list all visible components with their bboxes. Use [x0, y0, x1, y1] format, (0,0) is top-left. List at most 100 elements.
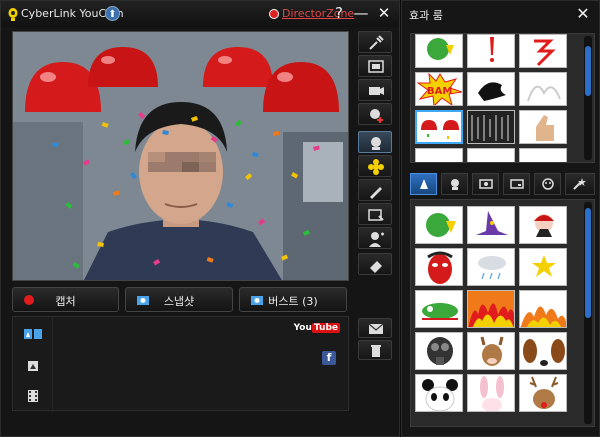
effects-room-button[interactable] [358, 131, 392, 153]
webcam-settings-icon [369, 87, 384, 95]
effect-girl-character[interactable] [519, 206, 567, 244]
tab-face[interactable] [534, 173, 561, 195]
stars-icon [532, 255, 556, 277]
effect-globe-arrow[interactable] [415, 206, 463, 244]
green-creature-icon [422, 303, 458, 320]
effect-witch-hat[interactable] [467, 206, 515, 244]
effect-partial-2[interactable] [467, 148, 515, 162]
tab-sparkle[interactable] [565, 173, 595, 195]
email-icon [368, 323, 384, 334]
close-button[interactable]: ✕ [375, 4, 393, 22]
scene-icon [368, 209, 384, 221]
youtube-tube: Tube [311, 323, 340, 333]
effect-lightning[interactable] [519, 34, 567, 68]
dog-ears-icon [523, 339, 565, 366]
snapshot-button[interactable]: 스냅샷 [125, 287, 233, 312]
tools-icon [369, 35, 384, 50]
effect-partial-1[interactable] [415, 148, 463, 162]
pen-button[interactable] [358, 179, 392, 201]
effect-deer[interactable] [467, 332, 515, 370]
director-zone-icon [269, 9, 279, 19]
facebook-button[interactable]: f [322, 351, 336, 365]
tools-button[interactable] [358, 31, 392, 53]
face-tab-icon [542, 178, 554, 190]
red-domes-icon [421, 120, 459, 139]
rain-lines-icon [468, 111, 514, 143]
gallery-filter [13, 317, 53, 412]
delete-button[interactable] [358, 340, 392, 360]
effect-reindeer[interactable] [519, 374, 567, 412]
effects-close-button[interactable]: ✕ [574, 4, 592, 23]
capture-button[interactable]: 캡처 [12, 287, 119, 312]
titlebar[interactable]: CyberLink YouCam ⬆ DirectorZone ? — ✕ [1, 1, 399, 27]
trash-icon [371, 345, 381, 357]
effect-bird[interactable] [467, 72, 515, 106]
top-panel-scroll-thumb[interactable] [585, 46, 591, 96]
fullscreen-icon [368, 60, 384, 73]
effect-red-mask[interactable] [415, 248, 463, 286]
effect-thumbs-up[interactable] [519, 110, 567, 144]
effect-stars[interactable] [519, 248, 567, 286]
effect-fire[interactable] [467, 290, 515, 328]
frame-tab-icon [479, 179, 493, 189]
effect-partial-3[interactable] [519, 148, 567, 162]
fire-icon [468, 291, 514, 327]
top-panel-scrollbar[interactable] [584, 36, 592, 160]
webcam-preview[interactable] [12, 31, 349, 281]
panda-icon [422, 379, 458, 411]
red-mask-icon [427, 251, 453, 284]
effect-exclaim[interactable] [467, 34, 515, 68]
effects-room-window: 효과 룸 ✕ BAM [401, 0, 600, 437]
photo-filter-icon[interactable] [23, 359, 43, 373]
webcam-settings-button[interactable] [358, 79, 392, 101]
frame-button[interactable] [358, 155, 392, 177]
gas-mask-icon [427, 337, 453, 365]
tab-magic-hat[interactable] [410, 173, 437, 195]
eraser-button[interactable] [358, 253, 392, 275]
avatar-button[interactable] [358, 227, 392, 249]
effect-dog-ears[interactable] [519, 332, 567, 370]
video-filter-icon[interactable] [23, 389, 43, 403]
effect-red-domes[interactable] [415, 110, 463, 144]
bunny-icon [480, 376, 504, 411]
effect-bam[interactable]: BAM [415, 72, 463, 106]
tab-scene[interactable] [503, 173, 530, 195]
capture-label: 캡처 [55, 295, 76, 308]
fullscreen-button[interactable] [358, 55, 392, 77]
effect-flames[interactable] [519, 290, 567, 328]
help-button[interactable]: ? [330, 4, 348, 22]
effects-grid-panel [410, 199, 595, 427]
effect-gas-mask[interactable] [415, 332, 463, 370]
bam-icon: BAM [416, 73, 462, 105]
update-icon[interactable]: ⬆ [105, 6, 120, 21]
effect-rain-lines[interactable] [467, 110, 515, 144]
grid-panel-scroll-thumb[interactable] [585, 208, 591, 318]
scene-button[interactable] [358, 203, 392, 225]
youtube-you: You [293, 323, 312, 333]
rain-cloud-icon [478, 256, 506, 280]
email-button[interactable] [358, 318, 392, 338]
tab-frame[interactable] [472, 173, 499, 195]
bird-icon [478, 82, 506, 101]
globe-arrow-icon [426, 213, 456, 237]
minimize-button[interactable]: — [352, 4, 370, 22]
effect-rain-cloud[interactable] [467, 248, 515, 286]
burst-button[interactable]: 버스트 (3) [239, 287, 347, 312]
youtube-button[interactable]: You Tube [294, 323, 340, 333]
effect-scribble[interactable] [519, 72, 567, 106]
effect-category-tabs [410, 173, 595, 195]
effect-panda[interactable] [415, 374, 463, 412]
effects-room-icon [371, 137, 381, 150]
effect-green-creature[interactable] [415, 290, 463, 328]
effect-bunny[interactable] [467, 374, 515, 412]
magic-hat-tab-icon [420, 179, 428, 189]
effect-globe-download[interactable] [415, 34, 463, 68]
grid-panel-scrollbar[interactable] [584, 202, 592, 424]
add-effect-button[interactable] [358, 103, 392, 125]
tab-emotion[interactable] [441, 173, 468, 195]
scene-tab-icon [510, 179, 524, 189]
witch-hat-icon [476, 211, 508, 235]
sparkle-tab-icon [573, 178, 586, 190]
preview-scene [13, 32, 348, 280]
all-media-icon[interactable] [23, 327, 43, 341]
